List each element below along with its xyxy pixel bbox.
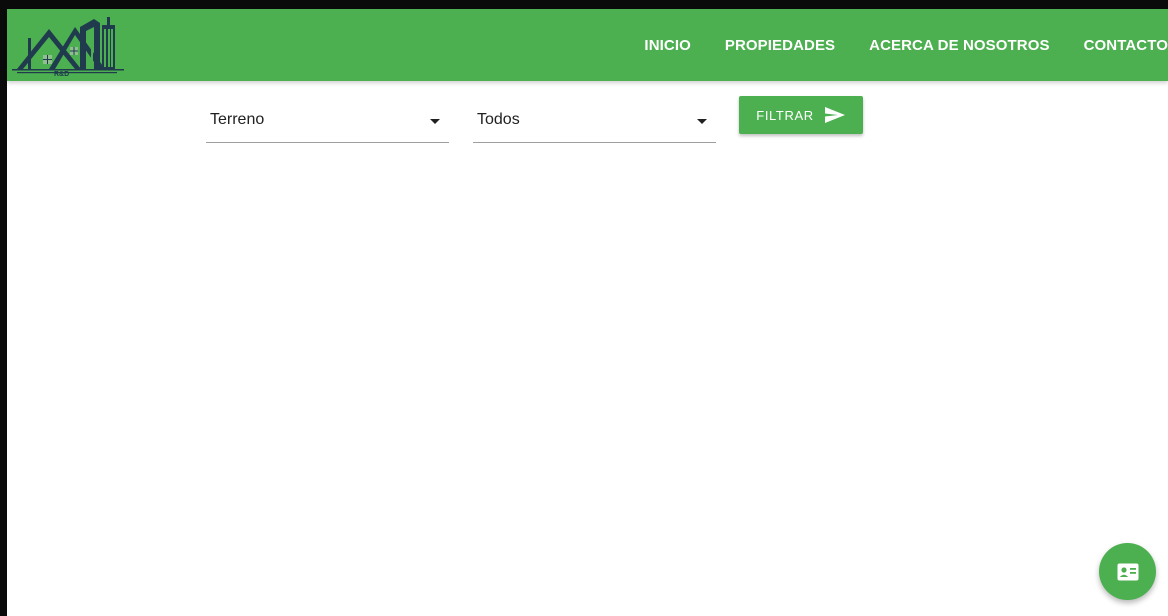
contact-fab-button[interactable]: [1099, 543, 1156, 600]
nav-link-contacto[interactable]: CONTACTO: [1067, 37, 1168, 54]
send-icon: [824, 107, 845, 123]
page: R&D INICIO PROPIEDADES ACERCA DE NOSOTRO…: [0, 0, 1168, 616]
caret-down-icon: [697, 119, 707, 124]
property-type-select[interactable]: Terreno: [206, 100, 449, 143]
logo-text: R&D: [54, 71, 69, 78]
caret-down-icon: [430, 119, 440, 124]
filter-button-label: FILTRAR: [756, 107, 814, 123]
location-select[interactable]: Todos: [473, 100, 716, 143]
nav-links: INICIO PROPIEDADES ACERCA DE NOSOTROS CO…: [627, 9, 1168, 81]
location-value: Todos: [477, 111, 520, 128]
contact-card-icon: [1117, 563, 1138, 580]
nav-link-inicio[interactable]: INICIO: [627, 37, 707, 54]
navbar: R&D INICIO PROPIEDADES ACERCA DE NOSOTRO…: [7, 9, 1168, 81]
nav-link-acerca-de-nosotros[interactable]: ACERCA DE NOSOTROS: [852, 37, 1066, 54]
brand-logo[interactable]: R&D: [7, 9, 127, 79]
nav-link-propiedades[interactable]: PROPIEDADES: [708, 37, 852, 54]
window-border-left: [0, 0, 7, 616]
property-type-value: Terreno: [210, 111, 265, 128]
window-border-top: [0, 0, 1168, 9]
filter-button[interactable]: FILTRAR: [739, 96, 863, 134]
house-buildings-logo-icon: R&D: [12, 17, 124, 78]
